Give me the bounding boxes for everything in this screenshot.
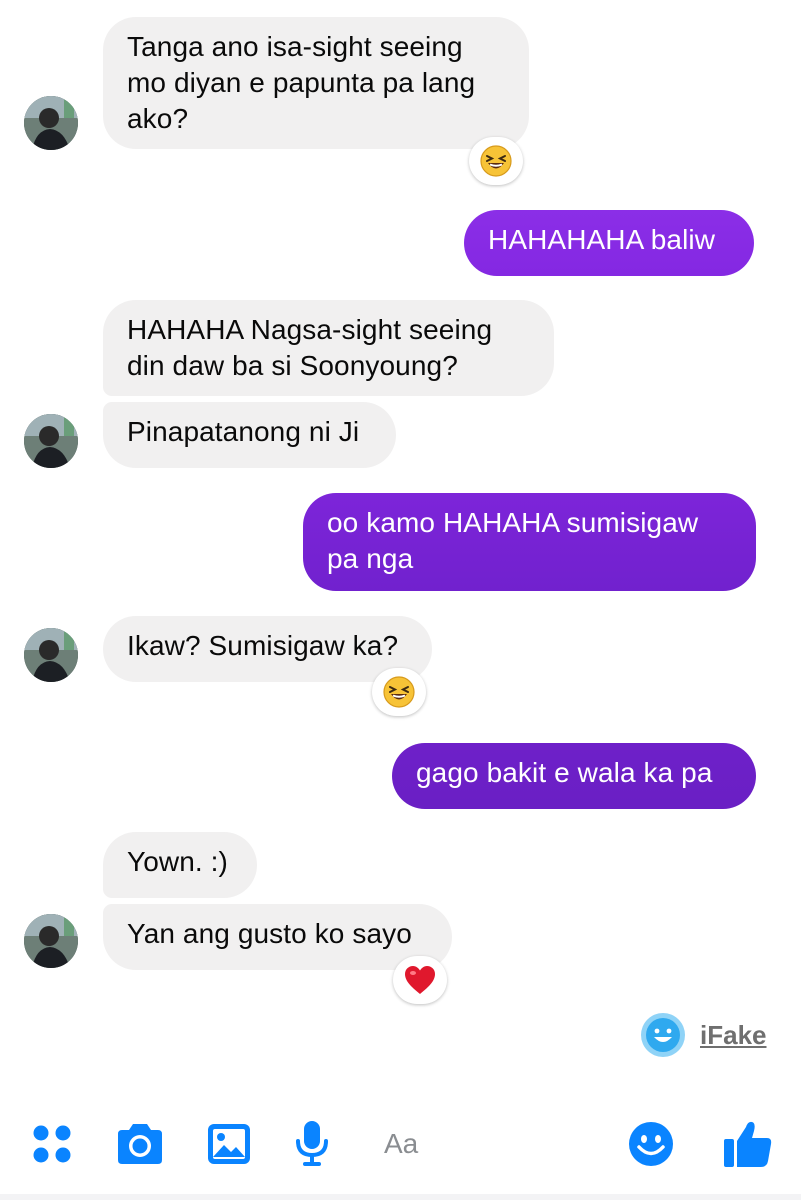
message-text: Pinapatanong ni Ji <box>127 416 360 447</box>
smiley-icon <box>629 1122 673 1166</box>
laughing-emoji-icon <box>480 145 512 177</box>
like-button[interactable] <box>720 1118 776 1170</box>
message-text: Yown. :) <box>127 846 228 877</box>
camera-icon <box>118 1124 162 1164</box>
reaction-badge[interactable] <box>372 668 426 716</box>
microphone-button[interactable] <box>292 1118 332 1170</box>
ifake-logo-icon <box>641 1013 685 1057</box>
message-text: Tanga ano isa-sight seeing mo diyan e pa… <box>127 31 476 134</box>
message-bubble-outgoing[interactable]: HAHAHAHA baliw <box>464 210 754 276</box>
heart-emoji-icon <box>405 966 435 994</box>
message-bubble-incoming[interactable]: Yan ang gusto ko sayo <box>103 904 452 970</box>
message-text: HAHAHAHA baliw <box>488 224 716 255</box>
reaction-badge[interactable] <box>469 137 523 185</box>
message-bubble-outgoing[interactable]: gago bakit e wala ka pa <box>392 743 756 809</box>
message-input-placeholder: Aa <box>384 1128 419 1159</box>
message-bubble-outgoing[interactable]: oo kamo HAHAHA sumisigaw pa nga <box>303 493 756 591</box>
reaction-badge[interactable] <box>393 956 447 1004</box>
menu-dots-button[interactable] <box>28 1118 76 1170</box>
camera-button[interactable] <box>112 1118 168 1170</box>
composer-toolbar: Aa <box>0 1100 801 1200</box>
message-bubble-incoming[interactable]: HAHAHA Nagsa-sight seeing din daw ba si … <box>103 300 554 396</box>
gallery-button[interactable] <box>204 1118 254 1170</box>
avatar[interactable] <box>24 96 78 150</box>
menu-dots-icon <box>33 1125 71 1163</box>
message-bubble-incoming[interactable]: Yown. :) <box>103 832 257 898</box>
microphone-icon <box>296 1121 328 1166</box>
avatar[interactable] <box>24 628 78 682</box>
avatar[interactable] <box>24 414 78 468</box>
ifake-label[interactable]: iFake <box>700 1020 767 1051</box>
message-bubble-incoming[interactable]: Tanga ano isa-sight seeing mo diyan e pa… <box>103 17 529 149</box>
message-text: HAHAHA Nagsa-sight seeing din daw ba si … <box>127 314 493 381</box>
gallery-icon <box>208 1124 250 1164</box>
bottom-edge <box>0 1194 801 1200</box>
ifake-watermark[interactable]: iFake <box>640 1012 767 1058</box>
message-text: gago bakit e wala ka pa <box>416 757 713 788</box>
message-bubble-incoming[interactable]: Pinapatanong ni Ji <box>103 402 396 468</box>
message-text: oo kamo HAHAHA sumisigaw pa nga <box>327 507 699 574</box>
laughing-emoji-icon <box>383 676 415 708</box>
thumbs-up-icon <box>724 1121 772 1167</box>
emoji-button[interactable] <box>626 1118 676 1170</box>
avatar[interactable] <box>24 914 78 968</box>
message-text: Yan ang gusto ko sayo <box>127 918 412 949</box>
message-text: Ikaw? Sumisigaw ka? <box>127 630 399 661</box>
